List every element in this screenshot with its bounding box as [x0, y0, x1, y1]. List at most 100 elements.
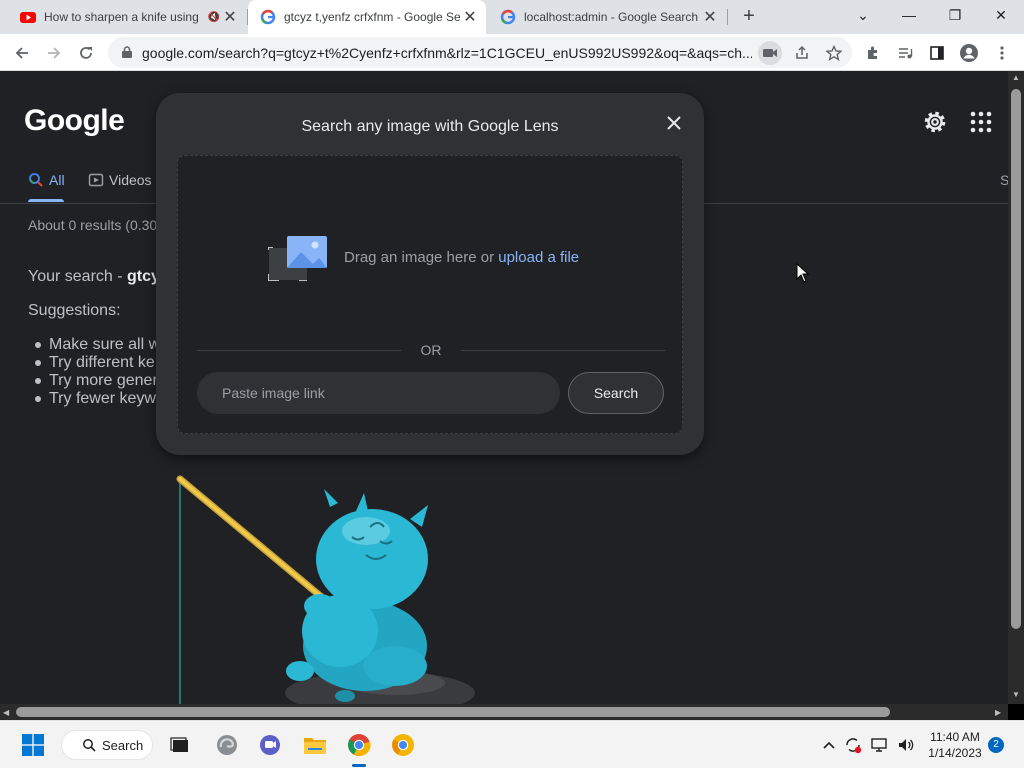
- back-button[interactable]: [9, 40, 35, 66]
- more-vert-icon[interactable]: [989, 40, 1015, 66]
- image-link-input[interactable]: [197, 372, 560, 414]
- fishing-monster-illustration: [176, 475, 475, 704]
- google-g-icon: [500, 9, 516, 25]
- taskbar-search-label: Search: [102, 737, 144, 753]
- chrome-icon[interactable]: [344, 730, 374, 760]
- task-view-icon[interactable]: [165, 730, 195, 760]
- list-item: Try different ke: [34, 354, 160, 372]
- search-icon: [29, 173, 43, 187]
- side-panel-icon[interactable]: [924, 40, 950, 66]
- puzzle-icon[interactable]: [860, 40, 886, 66]
- taskbar-search-box[interactable]: Search: [61, 730, 153, 760]
- scrollbar-corner: [1008, 704, 1024, 720]
- scrollbar-thumb[interactable]: [1011, 89, 1021, 629]
- edge-browser-icon[interactable]: [212, 730, 242, 760]
- speaker-muted-icon[interactable]: 🔇: [208, 12, 220, 23]
- tab-close-button[interactable]: ✕: [220, 7, 240, 27]
- url-text[interactable]: google.com/search?q=gtcyz+t%2Cyenfz+crfx…: [142, 45, 752, 61]
- scroll-right-arrow-icon[interactable]: ▶: [995, 708, 1001, 717]
- apps-grid-icon[interactable]: [970, 111, 992, 133]
- youtube-icon: [20, 12, 36, 23]
- close-icon[interactable]: [662, 111, 686, 135]
- volume-icon[interactable]: [896, 735, 916, 755]
- tab-separator: [727, 9, 728, 25]
- tab-title: localhost:admin - Google Search: [524, 10, 699, 24]
- tab-all-label: All: [49, 172, 65, 188]
- scroll-up-arrow-icon[interactable]: ▲: [1012, 73, 1020, 82]
- network-icon[interactable]: [870, 735, 890, 755]
- scroll-left-arrow-icon[interactable]: ◀: [3, 708, 9, 717]
- reload-button[interactable]: [73, 40, 99, 66]
- lens-modal: Search any image with Google Lens Drag a…: [156, 93, 704, 455]
- tab-separator: [247, 9, 248, 25]
- address-bar[interactable]: google.com/search?q=gtcyz+t%2Cyenfz+crfx…: [108, 37, 852, 68]
- reload-icon: [80, 47, 92, 59]
- your-search-message: Your search - gtcy: [28, 268, 160, 286]
- star-icon[interactable]: [822, 41, 846, 65]
- minimize-button[interactable]: —: [886, 0, 932, 30]
- arrow-right-icon: [48, 47, 61, 59]
- forward-button[interactable]: [41, 40, 67, 66]
- chrome-canary-icon[interactable]: [388, 730, 418, 760]
- google-g-icon: [260, 9, 276, 25]
- drag-text: Drag an image here or: [344, 249, 499, 266]
- scroll-down-arrow-icon[interactable]: ▼: [1012, 690, 1020, 699]
- tab-localhost-search[interactable]: localhost:admin - Google Search ✕: [488, 0, 726, 34]
- your-search-prefix: Your search -: [28, 268, 128, 285]
- list-item: Try fewer keyw: [34, 390, 160, 408]
- image-upload-icon: [268, 236, 327, 281]
- mouse-cursor-icon: [796, 263, 810, 283]
- list-item: Make sure all w: [34, 336, 161, 353]
- search-icon: [83, 739, 96, 752]
- tab-videos[interactable]: Videos: [88, 172, 152, 188]
- tools-tab-clipped[interactable]: S: [1000, 172, 1008, 188]
- drag-drop-text: Drag an image here or upload a file: [344, 249, 579, 266]
- notification-badge[interactable]: 2: [988, 737, 1004, 753]
- active-tab-indicator: [28, 199, 64, 202]
- upload-file-link[interactable]: upload a file: [498, 249, 579, 266]
- teams-chat-icon[interactable]: [255, 730, 285, 760]
- image-drop-zone[interactable]: Drag an image here or upload a file OR S…: [177, 155, 683, 434]
- google-logo[interactable]: Google: [24, 104, 125, 138]
- share-icon[interactable]: [790, 41, 814, 65]
- browser-toolbar: google.com/search?q=gtcyz+t%2Cyenfz+crfx…: [0, 34, 1024, 71]
- play-icon: [88, 173, 104, 187]
- new-tab-button[interactable]: +: [738, 5, 760, 27]
- sync-status-icon[interactable]: [843, 735, 863, 755]
- tab-strip: How to sharpen a knife using 🔇 ✕ gtcyz t…: [0, 0, 1024, 34]
- camera-icon[interactable]: [758, 41, 782, 65]
- lock-icon: [122, 46, 132, 58]
- modal-title: Search any image with Google Lens: [301, 118, 559, 135]
- tab-title: gtcyz t,yenfz crfxfnm - Google Se: [284, 10, 460, 24]
- scrollbar-thumb[interactable]: [16, 707, 890, 717]
- list-item: Try more gener: [34, 372, 160, 390]
- clock-time: 11:40 AM: [930, 730, 980, 744]
- windows-start-icon[interactable]: [18, 730, 48, 760]
- search-button[interactable]: Search: [568, 372, 664, 414]
- suggestions-list: Make sure all w Try different ke Try mor…: [34, 336, 161, 408]
- vertical-scrollbar[interactable]: ▲ ▼: [1008, 71, 1024, 704]
- tab-all[interactable]: All: [28, 172, 65, 188]
- tab-title: How to sharpen a knife using: [44, 10, 199, 24]
- restore-button[interactable]: ❐: [932, 0, 978, 30]
- system-clock[interactable]: 11:40 AM 1/14/2023: [922, 729, 988, 761]
- or-divider-right: [461, 350, 665, 351]
- chevron-up-icon[interactable]: [819, 735, 839, 755]
- tab-close-button[interactable]: ✕: [460, 7, 480, 27]
- file-explorer-icon[interactable]: [300, 730, 330, 760]
- profile-icon[interactable]: [956, 40, 982, 66]
- tab-videos-label: Videos: [109, 172, 152, 188]
- results-stats: About 0 results (0.30: [28, 217, 158, 233]
- tab-close-button[interactable]: ✕: [700, 7, 720, 27]
- tab-search-chevron-icon[interactable]: ⌄: [840, 0, 886, 30]
- gear-icon[interactable]: [922, 109, 948, 135]
- horizontal-scrollbar[interactable]: ◀ ▶: [0, 704, 1008, 720]
- tab-google-search-active[interactable]: gtcyz t,yenfz crfxfnm - Google Se ✕: [248, 0, 486, 34]
- media-icon[interactable]: [892, 40, 918, 66]
- close-window-button[interactable]: ✕: [978, 0, 1024, 30]
- windows-taskbar: Search 11:40 AM 1/14/2023 2: [0, 720, 1024, 768]
- tab-youtube[interactable]: How to sharpen a knife using 🔇 ✕: [8, 0, 246, 34]
- arrow-left-icon: [15, 47, 28, 59]
- clock-date: 1/14/2023: [928, 746, 982, 760]
- active-app-indicator: [352, 764, 366, 767]
